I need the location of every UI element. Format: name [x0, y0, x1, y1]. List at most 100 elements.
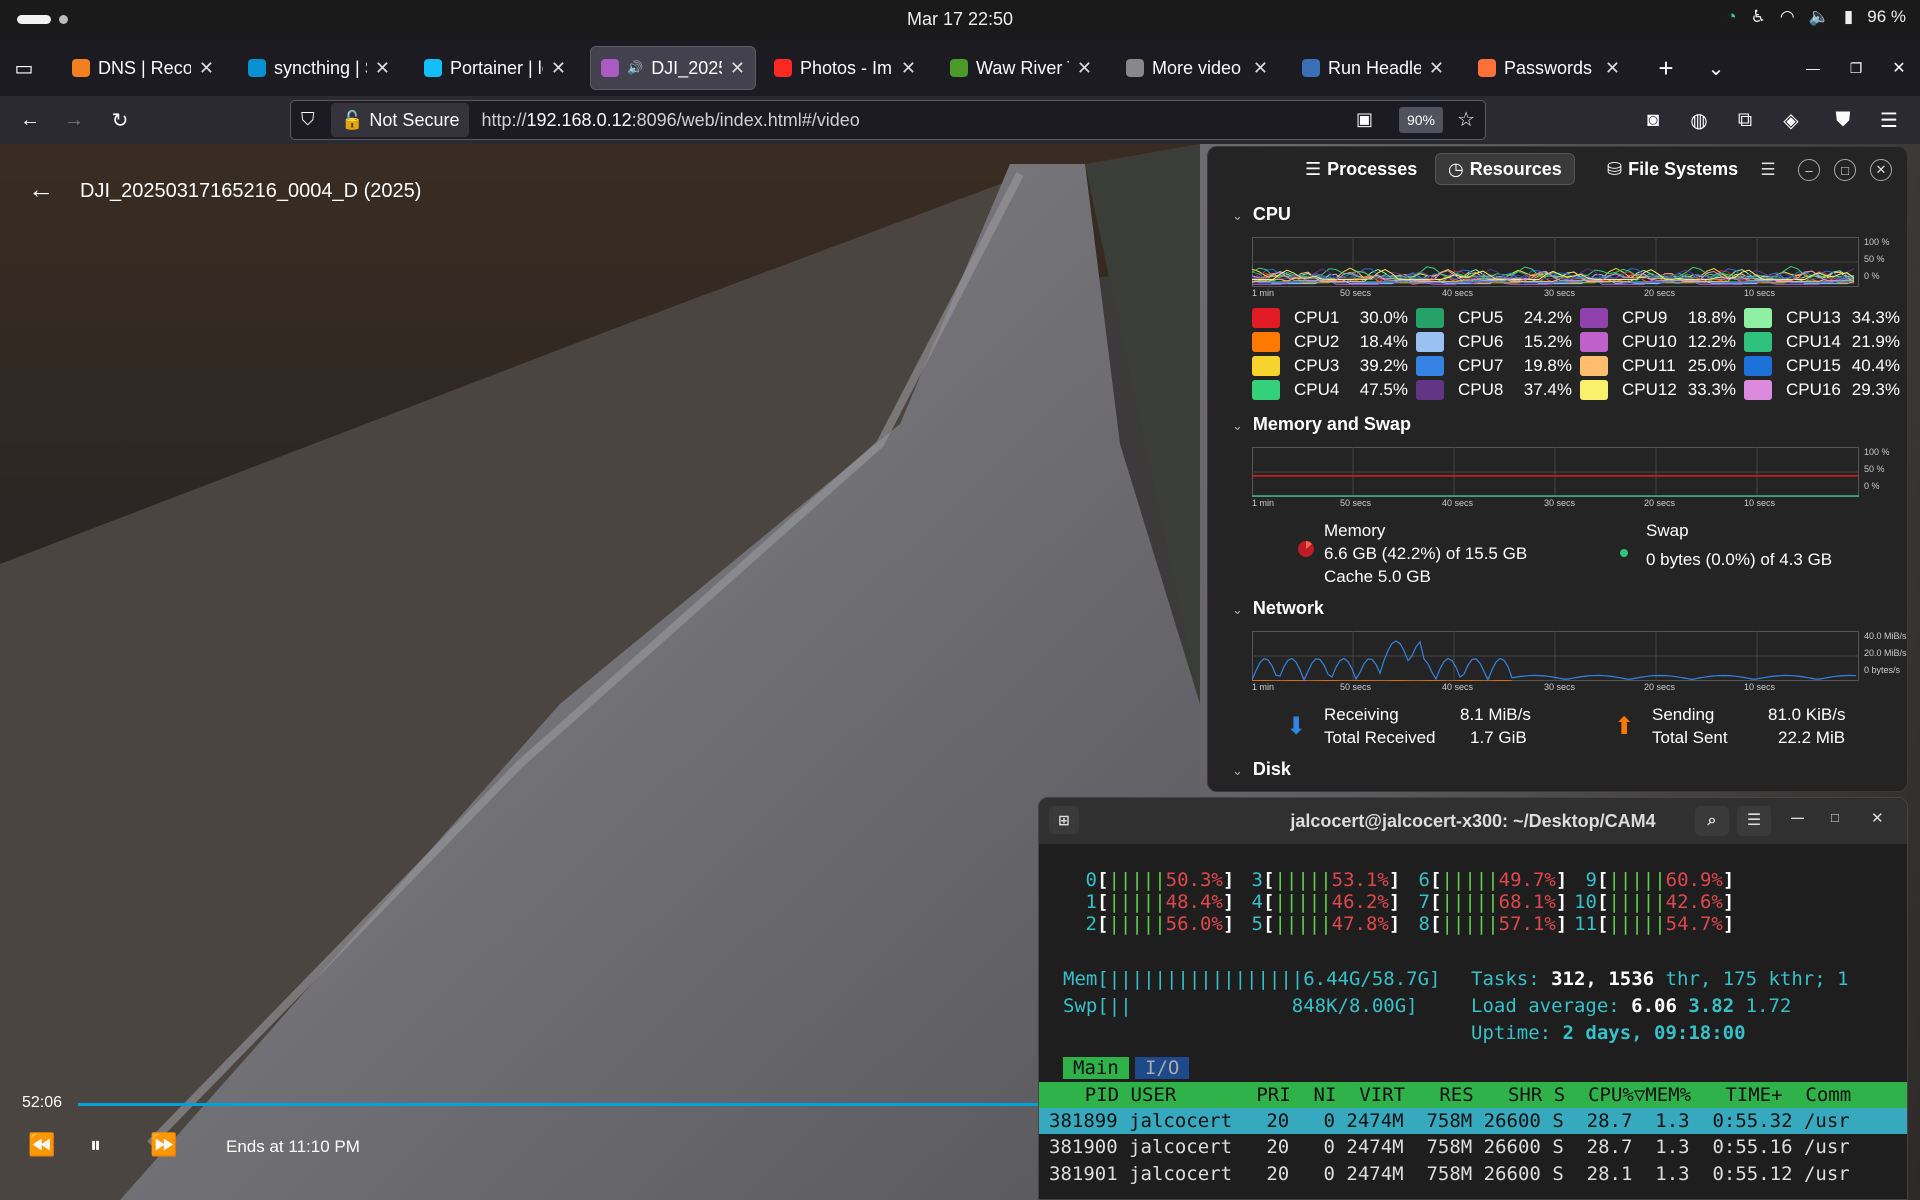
extension-globe-icon[interactable]: ◍: [1683, 104, 1715, 136]
new-tab-button[interactable]: +: [1650, 52, 1682, 84]
back-button[interactable]: ←: [14, 104, 46, 136]
color-swatch[interactable]: [1416, 356, 1444, 376]
minimize-window-button[interactable]: —: [1797, 52, 1829, 84]
cpu-legend-item[interactable]: CPU14 21.9%: [1744, 332, 1907, 352]
cpu-legend-item[interactable]: CPU3 39.2%: [1252, 356, 1416, 376]
close-tab-icon[interactable]: ✕: [199, 58, 214, 79]
color-swatch[interactable]: [1416, 308, 1444, 328]
color-swatch[interactable]: [1744, 308, 1772, 328]
color-swatch[interactable]: [1744, 332, 1772, 352]
seek-bar[interactable]: [78, 1103, 1038, 1106]
cpu-section-header[interactable]: ⌄ CPU: [1232, 204, 1291, 225]
forward-button[interactable]: →: [58, 104, 90, 136]
minimize-button[interactable]: —: [1791, 810, 1804, 825]
tab-2[interactable]: syncthing | S ✕: [238, 46, 400, 90]
pause-icon[interactable]: ⏸: [90, 1132, 101, 1158]
cpu-legend-item[interactable]: CPU13 34.3%: [1744, 308, 1907, 328]
tab-8[interactable]: Run Headles ✕: [1292, 46, 1454, 90]
reload-button[interactable]: ↻: [104, 104, 136, 136]
close-button[interactable]: ✕: [1871, 809, 1884, 827]
color-swatch[interactable]: [1744, 380, 1772, 400]
htop-screen[interactable]: 0[|||||50.3%] 3[|||||53.1%] 6[|||||49.7%] 9…: [1039, 844, 1907, 1199]
url-bar[interactable]: ⛉ 🔓 Not Secure http://192.168.0.12:8096/…: [290, 100, 1486, 140]
restore-window-button[interactable]: ❐: [1840, 52, 1872, 84]
speaker-icon[interactable]: 🔊: [627, 60, 643, 76]
tab-5[interactable]: Photos - Imm ✕: [764, 46, 926, 90]
url-text[interactable]: http://192.168.0.12:8096/web/index.html#…: [481, 110, 859, 131]
cpu-legend-item[interactable]: CPU7 19.8%: [1416, 356, 1580, 376]
color-swatch[interactable]: [1252, 332, 1280, 352]
search-icon[interactable]: ⌕: [1695, 806, 1729, 836]
close-tab-icon[interactable]: ✕: [730, 58, 745, 79]
tab-3[interactable]: Portainer | lo ✕: [414, 46, 576, 90]
tab-overview-icon[interactable]: ▭: [8, 52, 40, 84]
table-row[interactable]: 381901 jalcocert 20 0 2474M 758M 26600 S…: [1049, 1163, 1850, 1185]
color-swatch[interactable]: [1416, 380, 1444, 400]
menu-icon[interactable]: ☰: [1873, 104, 1905, 136]
menu-icon[interactable]: ☰: [1737, 806, 1771, 836]
cpu-legend-item[interactable]: CPU1 30.0%: [1252, 308, 1416, 328]
clock[interactable]: Mar 17 22:50: [0, 9, 1920, 30]
color-swatch[interactable]: [1580, 356, 1608, 376]
fast-forward-icon[interactable]: ⏩: [150, 1132, 177, 1158]
rewind-icon[interactable]: ⏪: [28, 1132, 55, 1158]
tab-file-systems[interactable]: ⛁ File Systems: [1595, 153, 1750, 185]
pocket-icon[interactable]: ◙: [1637, 104, 1669, 136]
picture-in-picture-icon[interactable]: ▣: [1356, 109, 1373, 130]
color-swatch[interactable]: [1580, 380, 1608, 400]
tab-io[interactable]: I/O: [1135, 1057, 1190, 1079]
cpu-legend-item[interactable]: CPU9 18.8%: [1580, 308, 1744, 328]
cpu-legend-item[interactable]: CPU15 40.4%: [1744, 356, 1907, 376]
cpu-legend-item[interactable]: CPU5 24.2%: [1416, 308, 1580, 328]
cpu-legend-item[interactable]: CPU10 12.2%: [1580, 332, 1744, 352]
color-swatch[interactable]: [1580, 332, 1608, 352]
color-swatch[interactable]: [1252, 356, 1280, 376]
hamburger-menu-icon[interactable]: ☰: [1757, 159, 1779, 181]
close-tab-icon[interactable]: ✕: [375, 58, 390, 79]
memory-section-header[interactable]: ⌄ Memory and Swap: [1232, 414, 1411, 435]
minimize-button[interactable]: –: [1798, 159, 1820, 181]
table-row-selected[interactable]: 381899 jalcocert 20 0 2474M 758M 26600 S…: [1039, 1108, 1907, 1134]
system-tray[interactable]: ◔ ♿ ◠ 🔈 ▮ 96 %: [1726, 7, 1906, 27]
site-security-indicator[interactable]: 🔓 Not Secure: [331, 103, 470, 137]
process-table-header[interactable]: PID USER PRI NI VIRT RES SHR S CPU%▽MEM%…: [1039, 1082, 1907, 1108]
back-arrow-icon[interactable]: ←: [28, 174, 54, 205]
cpu-legend-item[interactable]: CPU8 37.4%: [1416, 380, 1580, 400]
list-tabs-icon[interactable]: ⌄: [1700, 52, 1732, 84]
network-section-header[interactable]: ⌄ Network: [1232, 598, 1324, 619]
close-button[interactable]: ✕: [1870, 159, 1892, 181]
close-tab-icon[interactable]: ✕: [1429, 58, 1444, 79]
extension-icon[interactable]: ◈: [1775, 104, 1807, 136]
tab-9[interactable]: Passwords ✕: [1468, 46, 1630, 90]
maximize-button[interactable]: □: [1831, 810, 1839, 825]
ublock-icon[interactable]: ⛊: [1827, 104, 1859, 136]
extensions-icon[interactable]: ⧉: [1729, 104, 1761, 136]
tab-4[interactable]: 🔊 DJI_2025 ✕: [590, 46, 756, 90]
cpu-legend-item[interactable]: CPU11 25.0%: [1580, 356, 1744, 376]
cpu-legend-item[interactable]: CPU2 18.4%: [1252, 332, 1416, 352]
tab-processes[interactable]: ☰ Processes: [1293, 153, 1429, 185]
maximize-button[interactable]: □: [1834, 159, 1856, 181]
zoom-level[interactable]: 90%: [1398, 107, 1443, 133]
tab-resources[interactable]: ◷ Resources: [1435, 153, 1575, 185]
color-swatch[interactable]: [1744, 356, 1772, 376]
close-tab-icon[interactable]: ✕: [551, 58, 566, 79]
color-swatch[interactable]: [1416, 332, 1444, 352]
tab-main[interactable]: Main: [1063, 1057, 1129, 1079]
close-tab-icon[interactable]: ✕: [1077, 58, 1092, 79]
cpu-legend-item[interactable]: CPU4 47.5%: [1252, 380, 1416, 400]
color-swatch[interactable]: [1252, 308, 1280, 328]
tab-1[interactable]: DNS | Recor ✕: [62, 46, 224, 90]
cpu-legend-item[interactable]: CPU12 33.3%: [1580, 380, 1744, 400]
table-row[interactable]: 381900 jalcocert 20 0 2474M 758M 26600 S…: [1049, 1136, 1850, 1158]
cpu-legend-item[interactable]: CPU16 29.3%: [1744, 380, 1907, 400]
color-swatch[interactable]: [1252, 380, 1280, 400]
tracking-protection-icon[interactable]: ⛉: [301, 109, 315, 130]
close-tab-icon[interactable]: ✕: [1605, 58, 1620, 79]
cpu-legend-item[interactable]: CPU6 15.2%: [1416, 332, 1580, 352]
close-tab-icon[interactable]: ✕: [1253, 58, 1268, 79]
disk-section-header[interactable]: ⌄ Disk: [1232, 759, 1291, 780]
close-tab-icon[interactable]: ✕: [901, 58, 916, 79]
tab-7[interactable]: More video Trick ✕: [1116, 46, 1278, 90]
color-swatch[interactable]: [1580, 308, 1608, 328]
